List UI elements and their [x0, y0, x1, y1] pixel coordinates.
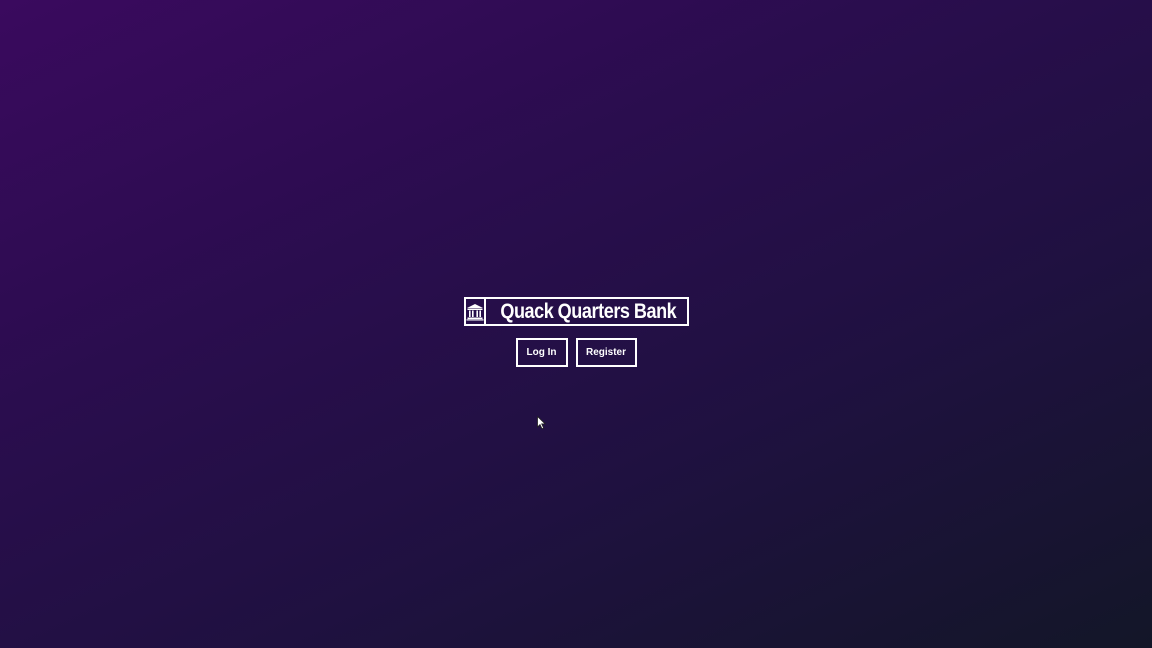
brand-logo: Quack Quarters Bank: [463, 297, 689, 326]
brand-name: Quack Quarters Bank: [500, 299, 676, 324]
register-button[interactable]: Register: [575, 338, 637, 367]
auth-buttons: Log In Register: [515, 338, 637, 367]
brand-word-1: Quack: [499, 299, 553, 323]
landing-container: Quack Quarters Bank Log In Register: [0, 297, 1152, 367]
brand-word-3: Bank: [633, 299, 676, 323]
login-button[interactable]: Log In: [515, 338, 568, 367]
brand-word-2: Quarters: [557, 299, 630, 323]
mouse-pointer-icon: [537, 416, 547, 430]
logo-icon-box: [466, 299, 486, 324]
bank-building-icon: [466, 303, 483, 320]
